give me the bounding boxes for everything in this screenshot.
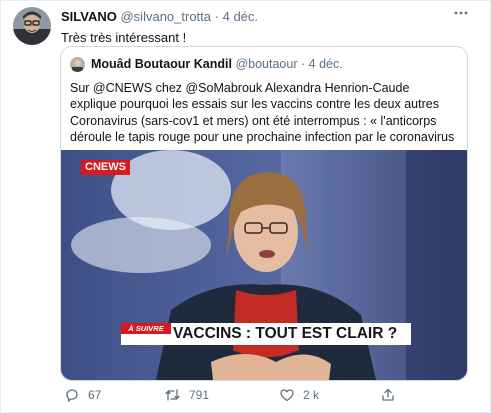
tweet-text: Très très intéressant ! (61, 30, 187, 45)
reply-icon[interactable] (64, 387, 80, 403)
quoted-header: Mouâd Boutaour Kandil @boutaour · 4 déc. (91, 57, 343, 71)
date-separator: · (214, 9, 219, 24)
like-action[interactable]: 2 k (279, 387, 319, 403)
video-frame (61, 150, 467, 380)
banner-headline: VACCINS : TOUT EST CLAIR ? (173, 325, 398, 342)
author-handle[interactable]: @silvano_trotta (120, 9, 211, 24)
quoted-date-separator: · (300, 57, 306, 71)
quoted-tweet[interactable]: Mouâd Boutaour Kandil @boutaour · 4 déc.… (60, 46, 468, 381)
share-icon[interactable] (380, 387, 396, 403)
tweet-actions: 67 791 2 k (0, 387, 491, 407)
retweet-icon[interactable] (164, 387, 181, 403)
reply-count: 67 (88, 388, 102, 402)
quoted-author-handle[interactable]: @boutaour (235, 57, 297, 71)
quoted-author-name[interactable]: Mouâd Boutaour Kandil (91, 57, 232, 71)
quoted-author-avatar[interactable] (70, 57, 85, 72)
quoted-tweet-date[interactable]: 4 déc. (309, 57, 343, 71)
channel-logo: CNEWS (81, 160, 130, 175)
video-thumbnail[interactable]: CNEWS À SUIVRE VACCINS : TOUT EST CLAIR … (61, 150, 467, 380)
like-count: 2 k (303, 388, 320, 402)
channel-logo-text: CNEWS (85, 161, 126, 173)
share-action[interactable] (380, 387, 396, 403)
reply-action[interactable]: 67 (64, 387, 101, 403)
author-avatar[interactable] (13, 7, 51, 45)
like-icon[interactable] (279, 387, 295, 403)
retweet-action[interactable]: 791 (164, 387, 209, 403)
retweet-count: 791 (189, 388, 210, 402)
author-name[interactable]: SILVANO (61, 9, 117, 24)
tweet-date[interactable]: 4 déc. (223, 9, 258, 24)
banner-tag: À SUIVRE (128, 324, 164, 333)
more-dots-icon[interactable] (453, 5, 469, 25)
tweet-header: SILVANO @silvano_trotta · 4 déc. (61, 9, 258, 24)
